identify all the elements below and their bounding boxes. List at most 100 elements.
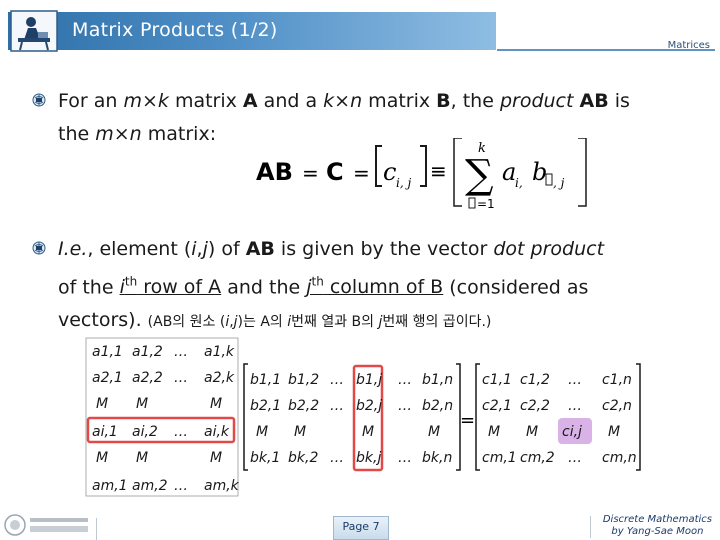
svg-text:M: M	[294, 424, 306, 440]
svg-text:…: …	[568, 450, 582, 466]
matrix-c-bracket-left	[475, 363, 480, 471]
svg-text:M: M	[256, 424, 268, 440]
svg-text:b1,j: b1,j	[356, 372, 382, 388]
bracket-left-2	[453, 138, 462, 207]
svg-text:ai,1: ai,1	[92, 424, 118, 440]
slide: Matrix Products (1/2) Matrices For an m×…	[0, 0, 720, 540]
svg-text:b2,n: b2,n	[422, 398, 453, 414]
svg-text:a1,1: a1,1	[92, 344, 123, 360]
svg-text:cm,2: cm,2	[520, 450, 555, 466]
page-number-box: Page 7	[333, 516, 389, 540]
formula-eq2: =	[353, 161, 370, 185]
svg-text:cm,1: cm,1	[482, 450, 517, 466]
svg-text:…: …	[330, 372, 344, 388]
svg-text:…: …	[330, 450, 344, 466]
svg-text:M: M	[136, 450, 148, 466]
svg-text:c2,1: c2,1	[482, 398, 512, 414]
svg-text:cm,n: cm,n	[602, 450, 637, 466]
formula-c: C	[326, 158, 344, 186]
svg-text:b1,2: b1,2	[288, 372, 319, 388]
person-at-desk-icon	[10, 10, 58, 52]
bracket-right-2	[578, 138, 587, 207]
svg-text:M: M	[428, 424, 440, 440]
svg-text:…: …	[568, 372, 582, 388]
svg-text:a2,2: a2,2	[132, 370, 163, 386]
svg-text:am,1: am,1	[92, 478, 128, 494]
svg-text:bk,n: bk,n	[422, 450, 452, 466]
svg-text:…: …	[174, 344, 188, 360]
product-formula: AB = C = c i, j ≡ k ∑ =1 a i, b , j	[256, 138, 587, 211]
formula-eq1: =	[302, 161, 319, 185]
title-bar: Matrix Products (1/2) Matrices	[0, 0, 720, 58]
svg-text:c2,n: c2,n	[602, 398, 632, 414]
svg-text:a1,k: a1,k	[204, 344, 235, 360]
globe-bullet-icon	[32, 241, 46, 255]
svg-text:M: M	[96, 450, 108, 466]
svg-text:ci,j: ci,j	[562, 424, 582, 440]
missing-glyph-box-1	[468, 197, 476, 209]
svg-text:b1,1: b1,1	[250, 372, 281, 388]
formula-c-sub: i, j	[396, 176, 411, 190]
footer-divider-left	[96, 518, 97, 540]
svg-text:b2,j: b2,j	[356, 398, 382, 414]
svg-text:am,2: am,2	[132, 478, 168, 494]
credit-line-2: by Yang-Sae Moon	[611, 526, 704, 537]
svg-text:a2,1: a2,1	[92, 370, 123, 386]
svg-text:c1,1: c1,1	[482, 372, 512, 388]
svg-text:M: M	[362, 424, 374, 440]
formula-c-elem: c	[383, 158, 396, 186]
footer-divider-right	[590, 516, 591, 538]
svg-text:b1,n: b1,n	[422, 372, 453, 388]
svg-text:c2,2: c2,2	[520, 398, 550, 414]
matrix-equals: =	[460, 410, 475, 431]
svg-text:…: …	[174, 424, 188, 440]
svg-text:a1,2: a1,2	[132, 344, 163, 360]
svg-text:ai,2: ai,2	[132, 424, 158, 440]
svg-text:M: M	[608, 424, 620, 440]
svg-text:ai,k: ai,k	[204, 424, 230, 440]
svg-text:…: …	[174, 478, 188, 494]
svg-text:M: M	[210, 450, 222, 466]
svg-text:…: …	[398, 398, 412, 414]
subject-label: Matrices	[667, 40, 710, 51]
svg-text:c1,2: c1,2	[520, 372, 550, 388]
matrix-c: c1,1 c1,2 … c1,n c2,1 c2,2 … c2,n M Mci,j M cm,1…	[475, 363, 641, 471]
university-logo	[4, 514, 88, 536]
svg-text:b2,1: b2,1	[250, 398, 281, 414]
matrix-product-illustration: a1,1 a1,2 … a1,k a2,1 a2,2 … a2,k M M M ai,1 ai,2…	[85, 337, 641, 497]
svg-text:…: …	[568, 398, 582, 414]
svg-text:b2,2: b2,2	[288, 398, 319, 414]
formula-b-sub: , j	[553, 176, 565, 190]
svg-text:bk,j: bk,j	[356, 450, 381, 466]
bracket-right-1	[420, 145, 427, 187]
formula-sigma: ∑	[465, 152, 494, 198]
formula-equiv: ≡	[430, 159, 447, 183]
page-number: Page 7	[342, 520, 380, 533]
page-title: Matrix Products (1/2)	[72, 19, 278, 41]
globe-bullet-icon	[32, 93, 46, 107]
svg-text:…: …	[330, 398, 344, 414]
formula-a-sub: i,	[515, 176, 523, 190]
course-credit: Discrete Mathematics by Yang-Sae Moon	[603, 514, 712, 538]
svg-text:bk,2: bk,2	[288, 450, 318, 466]
matrix-a: a1,1 a1,2 … a1,k a2,1 a2,2 … a2,k M M M ai,1 ai,2…	[85, 337, 240, 497]
svg-text:M: M	[136, 396, 148, 412]
matrix-b: b1,1 b1,2 … b1,j … b1,n b2,1 b2,2 … b2,j … b2,n M M…	[243, 363, 461, 472]
svg-text:M: M	[210, 396, 222, 412]
bullet-2-text: I.e., element (i,j) of AB is given by th…	[58, 238, 605, 332]
formula-lhs: AB	[256, 158, 293, 186]
matrix-b-bracket-left	[243, 363, 248, 471]
credit-line-1: Discrete Mathematics	[602, 514, 712, 525]
svg-text:am,k: am,k	[204, 478, 240, 494]
bracket-left-1	[375, 145, 382, 187]
svg-text:…: …	[398, 450, 412, 466]
svg-text:M: M	[488, 424, 500, 440]
formula-b: b	[532, 158, 547, 186]
svg-text:bk,1: bk,1	[250, 450, 280, 466]
svg-text:a2,k: a2,k	[204, 370, 235, 386]
formula-sum-bottom: =1	[477, 197, 495, 211]
svg-text:…: …	[398, 372, 412, 388]
svg-text:…: …	[174, 370, 188, 386]
svg-text:M: M	[526, 424, 538, 440]
svg-text:c1,n: c1,n	[602, 372, 632, 388]
